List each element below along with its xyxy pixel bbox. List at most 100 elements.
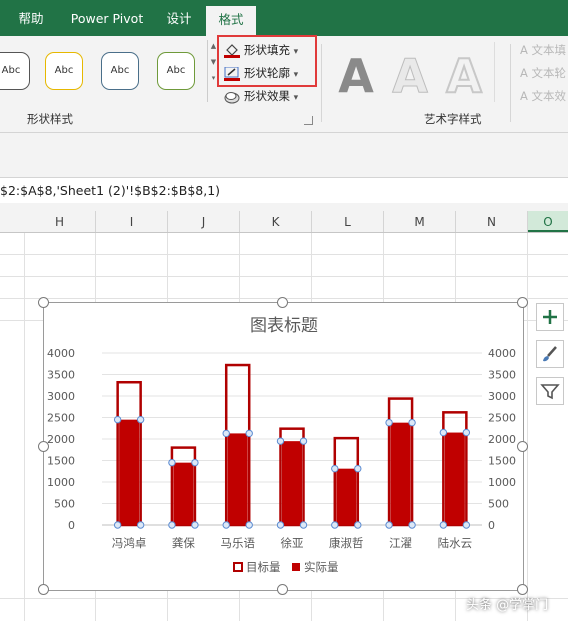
shape-effects-icon <box>224 90 240 104</box>
text-effects-label: 文本效 <box>531 89 567 103</box>
filter-icon <box>540 384 560 400</box>
legend-swatch-actual <box>292 563 300 571</box>
chart-plot: 图表标题 4000 4000 3500 3500 3000 3000 2500 2500 200… <box>47 316 516 574</box>
formula-text: $2:$A$8,'Sheet1 (2)'!$B$2:$B$8,1) <box>0 183 221 198</box>
bar-actual <box>390 422 411 525</box>
y-tick-label-right: 500 <box>488 498 509 511</box>
y-tick-label-left: 1000 <box>47 476 75 489</box>
tab-design[interactable]: 设计 <box>156 0 202 36</box>
resize-handle[interactable] <box>277 584 288 595</box>
shape-style-sample-1[interactable]: Abc <box>0 52 30 90</box>
y-tick-label-left: 3500 <box>47 369 75 382</box>
y-tick-label-right: 2000 <box>488 433 516 446</box>
chart-elements-button[interactable] <box>536 303 564 331</box>
resize-handle[interactable] <box>517 297 528 308</box>
y-tick-label-right: 3000 <box>488 390 516 403</box>
column-header-row: H I J K L M N O <box>0 211 568 233</box>
shape-effects-button[interactable]: 形状效果 ▾ <box>224 86 298 106</box>
text-effects-button[interactable]: A 文本效 <box>520 88 566 104</box>
selection-point <box>222 521 230 529</box>
selection-point <box>408 521 416 529</box>
wordart-group-label: 艺术字样式 <box>424 112 482 126</box>
bar-actual <box>173 462 194 525</box>
column-header[interactable]: K <box>240 211 312 232</box>
chart-styles-button[interactable] <box>536 340 564 368</box>
text-effects-icon: A <box>520 89 532 103</box>
column-header[interactable]: N <box>456 211 528 232</box>
shape-style-sample-4[interactable]: Abc <box>157 52 195 90</box>
resize-handle[interactable] <box>517 441 528 452</box>
tab-help[interactable]: 帮助 <box>6 0 56 36</box>
bar-actual <box>336 468 357 525</box>
column-header-selected[interactable]: O <box>528 211 568 232</box>
formula-bar[interactable]: $2:$A$8,'Sheet1 (2)'!$B$2:$B$8,1) <box>0 177 568 204</box>
grid-line <box>0 254 568 255</box>
y-tick-label-left: 1500 <box>47 455 75 468</box>
y-tick-label-left: 2000 <box>47 433 75 446</box>
selection-point <box>299 521 308 529</box>
y-tick-label-left: 2500 <box>47 412 75 425</box>
y-tick-label-left: 4000 <box>47 347 75 360</box>
selection-point <box>354 464 362 473</box>
shape-style-sample-2[interactable]: Abc <box>45 52 83 90</box>
bar-actual <box>119 419 140 525</box>
column-header[interactable]: L <box>312 211 384 232</box>
column-header[interactable]: H <box>24 211 96 232</box>
column-header[interactable]: M <box>384 211 456 232</box>
brush-icon <box>543 346 557 362</box>
text-fill-button[interactable]: A 文本填 <box>520 42 566 58</box>
bar-actual <box>282 441 302 525</box>
y-tick-label-right: 0 <box>488 519 495 532</box>
selection-point <box>354 521 362 529</box>
selection-point <box>276 521 285 529</box>
y-tick-label-right: 4000 <box>488 347 516 360</box>
grid-line <box>0 276 568 277</box>
column-header[interactable]: I <box>96 211 168 232</box>
selection-point <box>168 521 176 529</box>
formula-gap <box>0 203 568 211</box>
shape-style-sample-3[interactable]: Abc <box>101 52 139 90</box>
legend-label-actual: 实际量 <box>304 560 339 574</box>
legend-swatch-target <box>233 562 243 572</box>
resize-handle[interactable] <box>38 297 49 308</box>
x-tick-label: 冯鸿卓 <box>112 536 146 550</box>
wordart-style-2[interactable]: A <box>390 53 430 100</box>
grid-line <box>24 233 25 621</box>
bar-actual <box>444 432 465 525</box>
selection-point <box>276 437 285 445</box>
selection-point <box>331 464 339 473</box>
selection-point <box>439 521 448 529</box>
selection-point <box>462 428 471 437</box>
selection-point <box>191 521 199 529</box>
selection-point <box>245 429 253 438</box>
y-tick-label-right: 1500 <box>488 455 516 468</box>
selection-point <box>408 418 416 427</box>
selection-point <box>136 415 145 424</box>
selection-point <box>136 521 145 529</box>
chart-filters-button[interactable] <box>536 377 564 405</box>
text-outline-button[interactable]: A 文本轮 <box>520 65 566 81</box>
selection-point <box>299 437 308 445</box>
chart-title[interactable]: 图表标题 <box>250 316 318 336</box>
dialog-launcher-icon[interactable] <box>304 116 313 125</box>
y-tick-label-left: 500 <box>54 498 75 511</box>
resize-handle[interactable] <box>38 584 49 595</box>
x-tick-label: 康淑哲 <box>329 536 364 550</box>
watermark: 头条 @学掌门 <box>466 598 549 613</box>
wordart-style-1[interactable]: A <box>336 53 376 99</box>
tab-power-pivot[interactable]: Power Pivot <box>64 0 150 36</box>
selection-point <box>113 415 122 424</box>
column-header[interactable]: J <box>168 211 240 232</box>
wordart-style-3[interactable]: A <box>444 52 484 100</box>
chart-area[interactable]: 图表标题 4000 4000 3500 3500 3000 3000 2500 2500 200… <box>43 302 524 591</box>
resize-handle[interactable] <box>38 441 49 452</box>
tab-format[interactable]: 格式 <box>206 6 256 36</box>
selection-point <box>191 458 199 467</box>
selection-point <box>113 521 122 529</box>
selection-point <box>331 521 339 529</box>
chevron-down-icon: ▾ <box>293 93 299 103</box>
resize-handle[interactable] <box>277 297 288 308</box>
selection-point <box>222 429 230 438</box>
selection-point <box>462 521 471 529</box>
wordart-gallery-scroll[interactable] <box>494 42 505 102</box>
